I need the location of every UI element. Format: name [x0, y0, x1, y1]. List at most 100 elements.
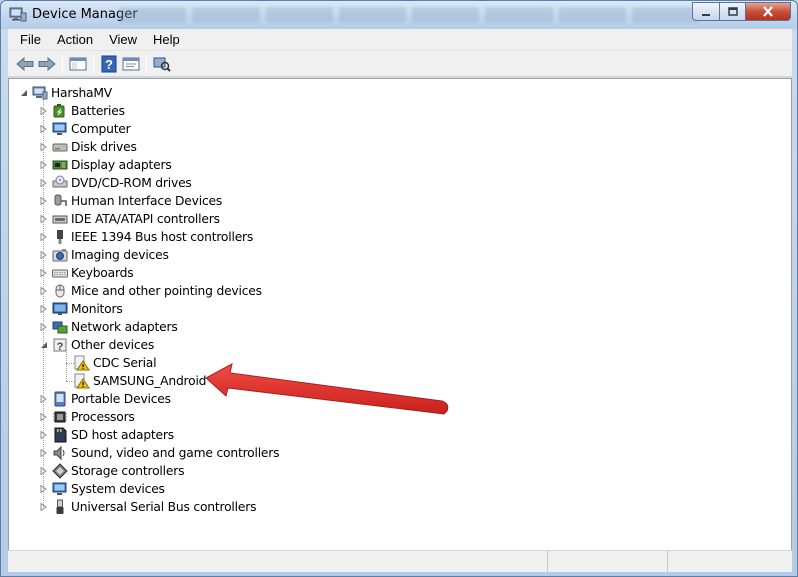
help-icon[interactable]: ? — [98, 53, 120, 75]
tree-item-label: Storage controllers — [71, 464, 185, 478]
dvd-drive-icon — [52, 175, 68, 191]
warning-device-icon — [74, 373, 90, 389]
expand-arrow-icon[interactable] — [39, 408, 48, 426]
ide-controller-icon — [52, 211, 68, 227]
usb-icon — [52, 499, 68, 515]
computer-icon — [52, 121, 68, 137]
tree-item-batteries[interactable]: Batteries — [39, 102, 125, 120]
tree-item-keyboards[interactable]: Keyboards — [39, 264, 134, 282]
back-arrow-icon[interactable] — [14, 53, 36, 75]
tree-item-disk-drives[interactable]: Disk drives — [39, 138, 137, 156]
tree-root[interactable]: HarshaMV — [19, 84, 112, 102]
tree-item-label: Monitors — [71, 302, 123, 316]
show-hide-console-tree-icon[interactable] — [67, 53, 89, 75]
tree-item-monitors[interactable]: Monitors — [39, 300, 123, 318]
portable-device-icon — [52, 391, 68, 407]
tree-item-storage-controllers[interactable]: Storage controllers — [39, 462, 184, 480]
tree-item-sd-host-adapters[interactable]: SD host adapters — [39, 426, 174, 444]
expand-arrow-icon[interactable] — [39, 426, 48, 444]
system-device-icon — [52, 481, 68, 497]
minimize-icon[interactable] — [692, 2, 719, 21]
tree-connector — [66, 350, 67, 381]
expand-arrow-icon[interactable] — [39, 390, 48, 408]
tree-item-label: DVD/CD-ROM drives — [71, 176, 192, 190]
expand-arrow-icon[interactable] — [39, 156, 48, 174]
speaker-icon — [52, 445, 68, 461]
tree-item-ide-ata-atapi-controllers[interactable]: IDE ATA/ATAPI controllers — [39, 210, 220, 228]
tree-item-processors[interactable]: Processors — [39, 408, 135, 426]
tree-item-label: IEEE 1394 Bus host controllers — [71, 230, 254, 244]
tree-item-system-devices[interactable]: System devices — [39, 480, 165, 498]
display-adapter-icon — [52, 157, 68, 173]
expand-arrow-icon[interactable] — [39, 462, 48, 480]
svg-text:?: ? — [57, 341, 64, 353]
tree-item-label: SAMSUNG_Android — [93, 374, 207, 388]
device-tree[interactable]: HarshaMV Batteries Computer Disk drives Disp… — [8, 78, 792, 570]
tree-item-mice-and-other-pointing-devices[interactable]: Mice and other pointing devices — [39, 282, 262, 300]
expand-arrow-icon[interactable] — [39, 102, 48, 120]
tree-item-human-interface-devices[interactable]: Human Interface Devices — [39, 192, 222, 210]
toolbar-separator — [62, 54, 63, 73]
processor-icon — [52, 409, 68, 425]
expand-arrow-icon[interactable] — [39, 300, 48, 318]
collapse-arrow-icon[interactable] — [19, 84, 28, 102]
expand-arrow-icon[interactable] — [39, 192, 48, 210]
network-adapter-icon — [52, 319, 68, 335]
toolbar-separator — [93, 54, 94, 73]
tree-connector — [66, 363, 74, 364]
expand-arrow-icon[interactable] — [39, 498, 48, 516]
tree-item-other-devices[interactable]: ? Other devices — [39, 336, 154, 354]
menu-file[interactable]: File — [8, 32, 49, 47]
expand-arrow-icon[interactable] — [39, 174, 48, 192]
collapse-arrow-icon[interactable] — [39, 336, 48, 354]
expand-arrow-icon[interactable] — [39, 228, 48, 246]
expand-arrow-icon[interactable] — [39, 318, 48, 336]
expand-arrow-icon[interactable] — [39, 246, 48, 264]
tree-item-cdc-serial[interactable]: CDC Serial — [74, 354, 157, 372]
tree-item-label: Computer — [71, 122, 131, 136]
scan-hardware-changes-icon[interactable] — [151, 53, 173, 75]
menu-view[interactable]: View — [101, 32, 145, 47]
tree-item-label: Other devices — [71, 338, 155, 352]
menu-help[interactable]: Help — [145, 32, 188, 47]
storage-controller-icon — [52, 463, 68, 479]
disk-drive-icon — [52, 139, 68, 155]
maximize-icon[interactable] — [719, 2, 745, 21]
properties-icon[interactable] — [120, 53, 142, 75]
tree-item-label: Disk drives — [71, 140, 137, 154]
warning-device-icon — [74, 355, 90, 371]
expand-arrow-icon[interactable] — [39, 264, 48, 282]
tree-item-ieee-1394-bus-host-controllers[interactable]: IEEE 1394 Bus host controllers — [39, 228, 253, 246]
window-controls — [692, 2, 791, 21]
menu-action[interactable]: Action — [49, 32, 101, 47]
expand-arrow-icon[interactable] — [39, 138, 48, 156]
tree-item-label: Human Interface Devices — [71, 194, 223, 208]
tree-item-label: Sound, video and game controllers — [71, 446, 280, 460]
tree-item-label: Display adapters — [71, 158, 172, 172]
tree-item-samsung-android[interactable]: SAMSUNG_Android — [74, 372, 206, 390]
tree-item-universal-serial-bus-controllers[interactable]: Universal Serial Bus controllers — [39, 498, 256, 516]
background-taskbar-blur — [119, 4, 699, 26]
tree-item-imaging-devices[interactable]: Imaging devices — [39, 246, 169, 264]
tree-item-sound-video-and-game-controllers[interactable]: Sound, video and game controllers — [39, 444, 280, 462]
close-icon[interactable] — [745, 2, 791, 21]
tree-item-network-adapters[interactable]: Network adapters — [39, 318, 178, 336]
tree-item-computer[interactable]: Computer — [39, 120, 131, 138]
expand-arrow-icon[interactable] — [39, 120, 48, 138]
tree-item-display-adapters[interactable]: Display adapters — [39, 156, 172, 174]
hid-icon — [52, 193, 68, 209]
tree-item-label: Imaging devices — [71, 248, 169, 262]
tree-item-label: Mice and other pointing devices — [71, 284, 262, 298]
keyboard-icon — [52, 265, 68, 281]
tree-item-dvd-cd-rom-drives[interactable]: DVD/CD-ROM drives — [39, 174, 192, 192]
title-bar[interactable]: Device Manager — [1, 1, 797, 29]
expand-arrow-icon[interactable] — [39, 444, 48, 462]
sd-card-icon — [52, 427, 68, 443]
expand-arrow-icon[interactable] — [39, 282, 48, 300]
tree-item-portable-devices[interactable]: Portable Devices — [39, 390, 171, 408]
forward-arrow-icon[interactable] — [36, 53, 58, 75]
expand-arrow-icon[interactable] — [39, 210, 48, 228]
tree-item-label: Keyboards — [71, 266, 134, 280]
expand-arrow-icon[interactable] — [39, 480, 48, 498]
ieee1394-icon — [52, 229, 68, 245]
